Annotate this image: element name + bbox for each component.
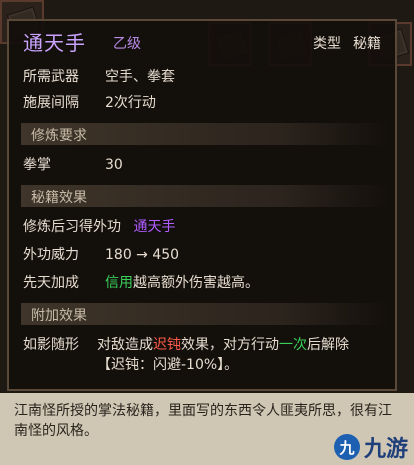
training-value: 30: [105, 157, 123, 173]
training-row: 拳掌: [23, 155, 51, 175]
attribute-value: 空手、拳套: [105, 69, 175, 85]
training-label: 拳掌: [23, 157, 51, 173]
section-title: 附加效果: [31, 308, 87, 324]
innate-rest: 越高额外伤害越高。: [133, 275, 259, 291]
extra-text: 对敌造成: [97, 337, 153, 353]
extra-label: 如影随形: [23, 337, 79, 353]
attribute-value: 2次行动: [105, 95, 156, 111]
section-header-training: 修炼要求: [21, 123, 391, 145]
effect-learn-value: 通天手: [133, 219, 176, 235]
status-keyword: 迟钝: [111, 357, 139, 373]
watermark-logo-icon: 九: [333, 434, 360, 460]
section-header-effects: 秘籍效果: [21, 185, 391, 207]
watermark: 九 九游: [333, 431, 408, 463]
extra-text-line2: 【迟钝：闪避-10%】。: [97, 355, 238, 375]
section-title: 修炼要求: [31, 128, 87, 144]
effect-learn-row: 修炼后习得外功 通天手: [23, 217, 175, 237]
attribute-row-weapon: 所需武器: [23, 67, 79, 87]
extra-text: 后解除: [307, 337, 349, 353]
item-description-box: 江南怪所授的掌法秘籍，里面写的东西令人匪夷所思，很有江南怪的风格。 九 九游: [0, 393, 414, 465]
extra-row: 如影随形: [23, 335, 79, 355]
attribute-row-interval: 施展间隔: [23, 93, 79, 113]
item-tooltip-panel: 通天手 乙级 类型 秘籍 所需武器 空手、拳套 施展间隔 2次行动 修炼要求 拳掌…: [7, 19, 397, 391]
extra-text: ：闪避-10%】。: [139, 357, 239, 373]
extra-text-line1: 对敌造成迟钝效果，对方行动一次后解除: [97, 335, 349, 355]
item-grade: 乙级: [113, 36, 141, 52]
status-keyword: 迟钝: [153, 337, 181, 353]
effect-power-label: 外功威力: [23, 247, 79, 263]
extra-text: 效果，对方行动: [181, 337, 279, 353]
effect-learn-label: 修炼后习得外功: [23, 219, 121, 235]
effect-innate-text: 信用越高额外伤害越高。: [105, 273, 259, 293]
effect-power-row: 外功威力: [23, 245, 79, 265]
attribute-label: 施展间隔: [23, 95, 79, 111]
section-title: 秘籍效果: [31, 190, 87, 206]
watermark-text: 九游: [363, 437, 408, 462]
item-name: 通天手: [23, 31, 86, 55]
effect-innate-label: 先天加成: [23, 275, 79, 291]
innate-highlight: 信用: [105, 275, 133, 291]
section-header-extra: 附加效果: [21, 303, 391, 325]
item-type: 类型 秘籍: [313, 33, 381, 53]
extra-text: 【: [97, 357, 111, 373]
attribute-label: 所需武器: [23, 69, 79, 85]
count-keyword: 一次: [279, 337, 307, 353]
item-type-label: 类型: [313, 36, 341, 52]
effect-power-value: 180 → 450: [105, 247, 180, 263]
item-type-value: 秘籍: [353, 36, 381, 52]
effect-innate-row: 先天加成: [23, 273, 79, 293]
